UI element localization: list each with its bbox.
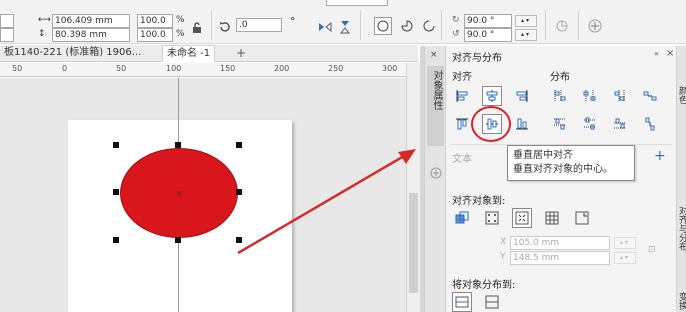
annotation-arrow (237, 149, 416, 255)
